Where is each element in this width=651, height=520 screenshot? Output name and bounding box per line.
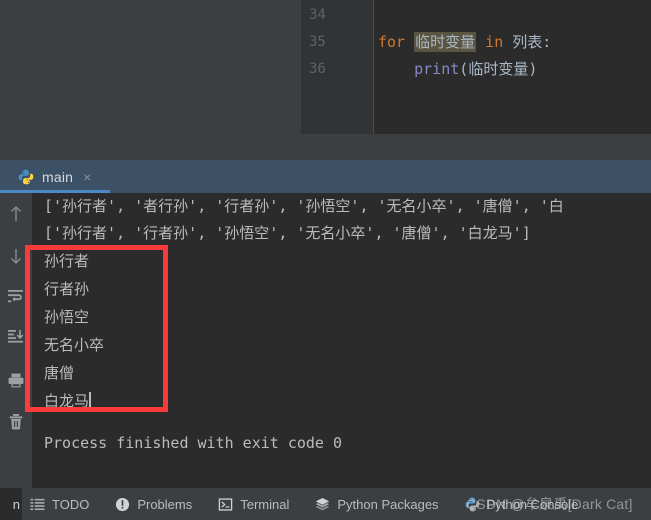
layers-icon	[316, 497, 330, 510]
line-number: 34	[309, 7, 326, 23]
run-console-output[interactable]: ['孙行者', '者行孙', '行者孙', '孙悟空', '无名小卒', '唐僧…	[32, 193, 651, 488]
soft-wrap-icon[interactable]	[0, 281, 32, 311]
iterable-name: 列表:	[512, 33, 552, 51]
console-line: ['孙行者', '行者孙', '孙悟空', '无名小卒', '唐僧', '白龙马…	[44, 224, 531, 242]
list-icon	[30, 498, 45, 510]
run-tool-window-tab-stub[interactable]: n	[0, 488, 22, 520]
code-line-35: for 临时变量 in 列表:	[374, 29, 651, 56]
status-bar-item-problems[interactable]: Problems	[115, 488, 192, 520]
status-bar-item-terminal[interactable]: Terminal	[218, 488, 289, 520]
print-icon[interactable]	[0, 365, 32, 395]
tab-main-label: main	[42, 168, 74, 185]
line-number: 36	[309, 61, 326, 77]
text-caret	[89, 392, 92, 409]
scroll-up-icon[interactable]	[0, 199, 32, 229]
status-bar-item-label: Problems	[137, 496, 193, 512]
status-bar-item-label: Python Packages	[337, 496, 439, 512]
print-argument: 临时变量	[468, 60, 529, 78]
keyword-in: in	[485, 33, 504, 51]
tab-main[interactable]: main ×	[10, 160, 99, 193]
status-bar-item-label: Terminal	[240, 496, 290, 512]
run-tab-stub-label: n	[12, 496, 20, 512]
console-line: 唐僧	[44, 364, 75, 382]
editor-bottom-strip	[301, 134, 651, 160]
console-line: 孙悟空	[44, 308, 90, 326]
run-console-toolbar	[0, 193, 32, 488]
status-bar-item-todo[interactable]: TODO	[30, 488, 89, 520]
close-paren: )	[528, 60, 538, 78]
warning-circle-icon	[116, 497, 130, 511]
terminal-icon	[219, 497, 233, 511]
editor-left-panel	[0, 0, 301, 160]
keyword-for: for	[378, 33, 406, 51]
watermark-text: CSDN @牟泉禹[Dark Cat]	[466, 496, 633, 512]
close-icon[interactable]: ×	[83, 170, 91, 184]
print-function-name: print	[414, 60, 460, 78]
status-bar-item-label: TODO	[52, 496, 90, 512]
process-finished-text: Process finished with exit code 0	[44, 434, 343, 452]
scroll-down-icon[interactable]	[0, 241, 32, 271]
scroll-to-end-icon[interactable]	[0, 321, 32, 351]
status-bar-item-python-packages[interactable]: Python Packages	[315, 488, 439, 520]
console-line: ['孙行者', '者行孙', '行者孙', '孙悟空', '无名小卒', '唐僧…	[44, 197, 564, 215]
python-file-icon	[18, 169, 34, 184]
loop-variable-highlight: 临时变量	[414, 32, 477, 52]
open-paren: (	[459, 60, 469, 78]
console-loop-output: 孙行者 行者孙 孙悟空 无名小卒 唐僧 白龙马	[32, 247, 651, 415]
console-line: 无名小卒	[44, 336, 105, 354]
console-line-with-caret: 白龙马	[32, 387, 651, 415]
trash-icon[interactable]	[0, 407, 32, 437]
console-line: 孙行者	[44, 252, 90, 270]
console-process-finished: Process finished with exit code 0	[32, 430, 651, 457]
editor-code-area[interactable]: for 临时变量 in 列表: print(临时变量)	[374, 0, 651, 134]
console-list-output: ['孙行者', '者行孙', '行者孙', '孙悟空', '无名小卒', '唐僧…	[32, 193, 651, 247]
code-line-36: print(临时变量)	[374, 56, 651, 83]
editor-gutter: 34 35 36	[301, 0, 373, 134]
console-line: 行者孙	[44, 280, 90, 298]
editor-region: 34 35 36 for 临时变量 in 列表: print(临时变量)	[0, 0, 651, 160]
run-tool-window-tab-bar: main ×	[0, 160, 651, 193]
line-number: 35	[309, 34, 326, 50]
editor-pane[interactable]: 34 35 36 for 临时变量 in 列表: print(临时变量)	[301, 0, 651, 160]
console-line-text: 白龙马	[44, 392, 90, 410]
